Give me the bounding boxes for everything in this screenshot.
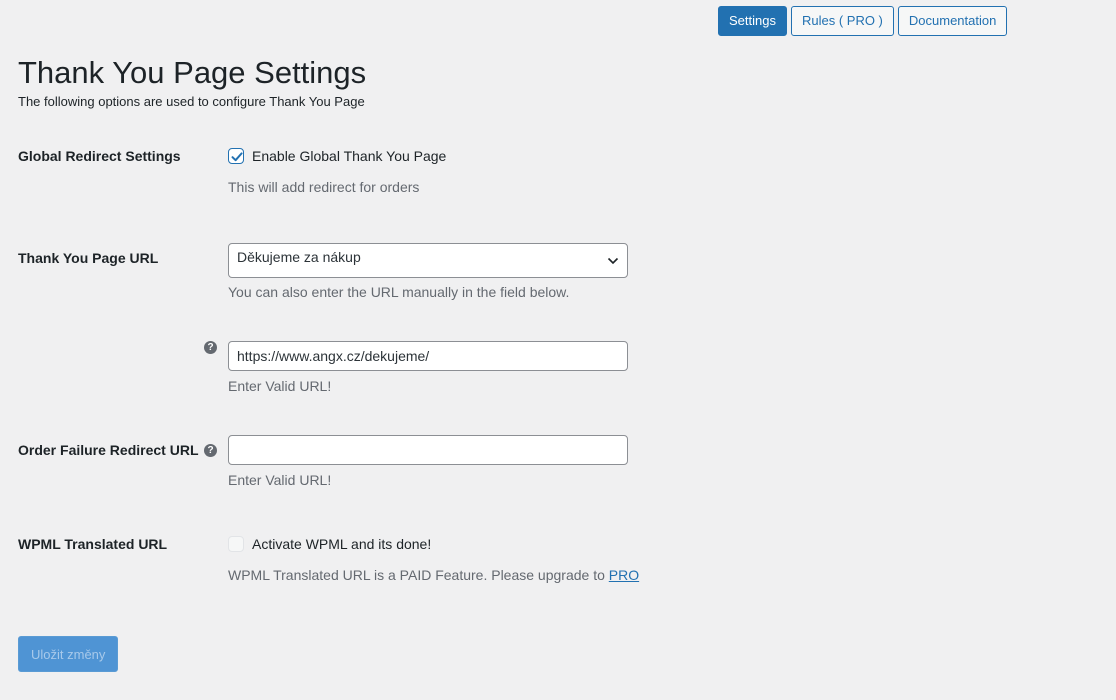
enable-global-thankyou-checkbox[interactable] [228, 148, 244, 164]
wpml-description: WPML Translated URL is a PAID Feature. P… [228, 567, 639, 583]
top-navigation: Settings Rules ( PRO ) Documentation [718, 6, 1008, 36]
rules-pro-nav-button[interactable]: Rules ( PRO ) [790, 6, 894, 36]
activate-wpml-checkbox[interactable] [228, 536, 244, 552]
pro-upgrade-link[interactable]: PRO [609, 567, 639, 583]
activate-wpml-label[interactable]: Activate WPML and its done! [252, 536, 431, 552]
global-redirect-description: This will add redirect for orders [228, 179, 420, 195]
thankyou-select-description: You can also enter the URL manually in t… [228, 284, 570, 300]
help-icon[interactable]: ? [204, 444, 217, 457]
global-redirect-label: Global Redirect Settings [18, 148, 181, 164]
order-failure-url-input[interactable] [228, 435, 628, 465]
chevron-down-icon [607, 257, 619, 265]
wpml-description-text: WPML Translated URL is a PAID Feature. P… [228, 567, 609, 583]
settings-nav-button[interactable]: Settings [718, 6, 787, 36]
wpml-label: WPML Translated URL [18, 536, 168, 552]
thankyou-page-select[interactable]: Děkujeme za nákup [228, 243, 628, 278]
order-failure-validation: Enter Valid URL! [228, 472, 332, 488]
thankyou-page-selected-value: Děkujeme za nákup [237, 249, 361, 265]
help-icon[interactable]: ? [204, 341, 217, 354]
save-changes-button[interactable]: Uložit změny [18, 636, 119, 672]
page-title: Thank You Page Settings [18, 55, 367, 90]
order-failure-label: Order Failure Redirect URL [18, 442, 199, 458]
thankyou-url-input[interactable] [228, 341, 628, 371]
page-subtitle: The following options are used to config… [18, 94, 365, 109]
thankyou-url-label: Thank You Page URL [18, 250, 159, 266]
documentation-nav-button[interactable]: Documentation [897, 6, 1008, 36]
enable-global-thankyou-label[interactable]: Enable Global Thank You Page [252, 148, 446, 164]
thankyou-url-validation: Enter Valid URL! [228, 378, 332, 394]
checkmark-icon [231, 152, 243, 162]
